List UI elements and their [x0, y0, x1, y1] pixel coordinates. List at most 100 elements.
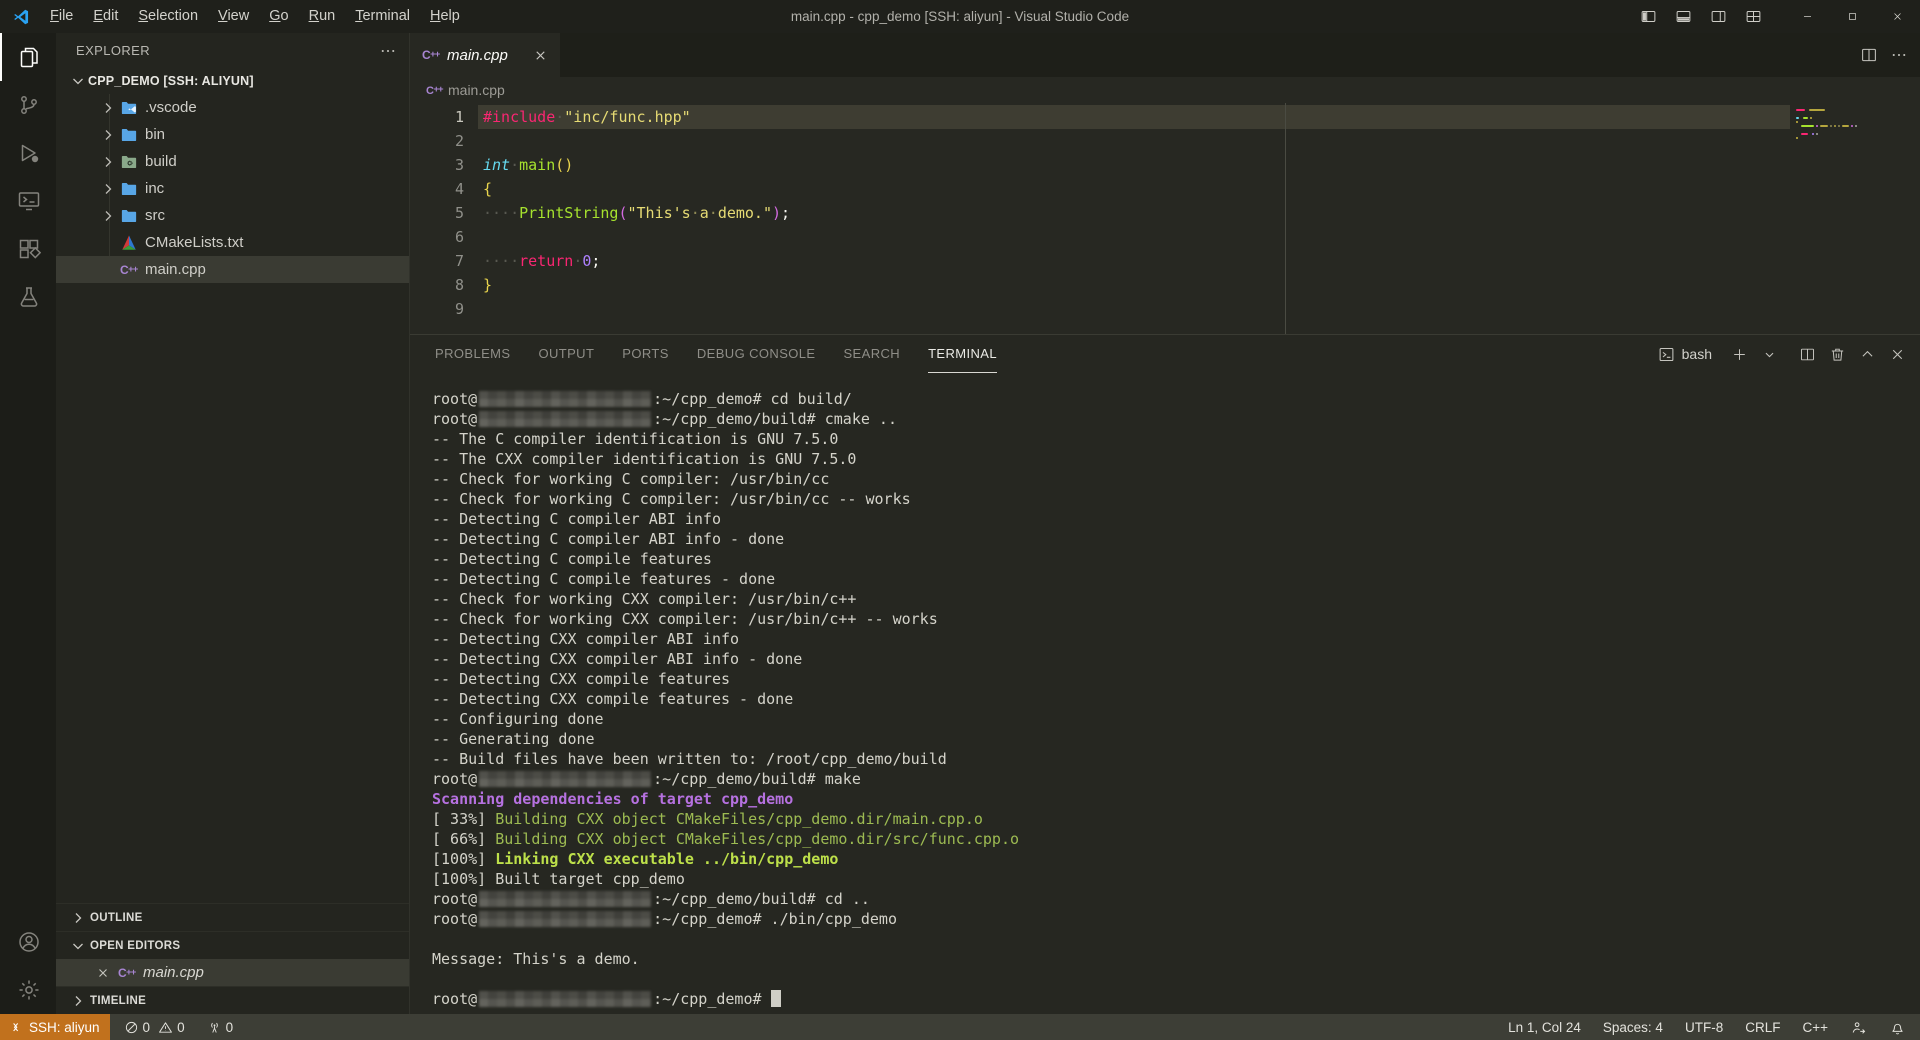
close-tab-icon[interactable]: [533, 48, 548, 63]
dropdown-icon[interactable]: [1761, 346, 1778, 363]
open-editor-main-cpp[interactable]: C++main.cpp: [56, 959, 409, 986]
close-panel-icon[interactable]: [1889, 346, 1906, 363]
panel-tab-debug-console[interactable]: DEBUG CONSOLE: [697, 335, 816, 373]
chevron-down-icon: [70, 938, 86, 954]
code-editor[interactable]: 1#include·"inc/func.hpp"23int·main()4{5·…: [410, 103, 1920, 334]
minimap-mark: [1809, 109, 1825, 111]
split-editor-icon[interactable]: [1860, 46, 1878, 64]
tree-item-src[interactable]: src: [56, 202, 409, 229]
activity-manage[interactable]: [0, 966, 56, 1014]
minimize-icon: [1801, 10, 1814, 23]
feedback-icon[interactable]: [1850, 1019, 1867, 1036]
maximize-button[interactable]: [1830, 0, 1875, 33]
cmake-icon: [120, 234, 138, 252]
menu-view[interactable]: View: [208, 0, 259, 33]
menu-run[interactable]: Run: [299, 0, 346, 33]
activity-bar-spacer: [0, 321, 56, 918]
build-folder-icon: [120, 153, 138, 171]
activity-accounts[interactable]: [0, 918, 56, 966]
terminal-text: :~/cpp_demo/build# cmake ..: [653, 410, 897, 428]
activity-remote-explorer[interactable]: [0, 177, 56, 225]
tree-item-inc[interactable]: inc: [56, 175, 409, 202]
ports-status[interactable]: 0: [207, 1020, 242, 1035]
section-outline[interactable]: OUTLINE: [56, 903, 409, 931]
maximize-panel-icon[interactable]: [1859, 346, 1876, 363]
menu-go[interactable]: Go: [259, 0, 298, 33]
section-open-editors[interactable]: OPEN EDITORS: [56, 931, 409, 959]
problems-status[interactable]: 0 0: [124, 1020, 193, 1035]
split-terminal-icon[interactable]: [1799, 346, 1816, 363]
terminal-text: :~/cpp_demo# cd build/: [653, 390, 852, 408]
terminal-line: -- Build files have been written to: /ro…: [432, 749, 1920, 769]
toggle-secondary-sidebar-icon[interactable]: [1710, 8, 1727, 25]
activity-extensions[interactable]: [0, 225, 56, 273]
close-icon[interactable]: [96, 966, 110, 980]
activity-testing[interactable]: [0, 273, 56, 321]
tree-item--vscode[interactable]: .vscode: [56, 94, 409, 121]
activity-source-control[interactable]: [0, 81, 56, 129]
menu-edit[interactable]: Edit: [83, 0, 128, 33]
section-timeline[interactable]: TIMELINE: [56, 986, 409, 1014]
menu-help[interactable]: Help: [420, 0, 470, 33]
menu-selection[interactable]: Selection: [128, 0, 208, 33]
terminal-line: -- Detecting CXX compile features - done: [432, 689, 1920, 709]
toggle-panel-icon[interactable]: [1675, 8, 1692, 25]
line-number: 6: [410, 225, 483, 249]
terminal-text: -- Detecting C compiler ABI info: [432, 510, 721, 528]
terminal-actions: bash: [1658, 346, 1906, 363]
terminal-shell-chip[interactable]: bash: [1658, 346, 1712, 363]
terminal-line: -- Detecting CXX compiler ABI info - don…: [432, 649, 1920, 669]
kill-terminal-icon[interactable]: [1829, 346, 1846, 363]
chevron-right-icon: [100, 154, 116, 170]
toggle-primary-sidebar-icon[interactable]: [1640, 8, 1657, 25]
tree-item-build[interactable]: build: [56, 148, 409, 175]
status-encoding[interactable]: UTF-8: [1685, 1020, 1723, 1035]
line-number: 9: [410, 297, 483, 321]
terminal-line: -- Detecting CXX compile features: [432, 669, 1920, 689]
status-language-mode[interactable]: C++: [1802, 1020, 1828, 1035]
status-eol[interactable]: CRLF: [1745, 1020, 1780, 1035]
menu-file[interactable]: File: [40, 0, 83, 33]
activity-explorer[interactable]: [0, 33, 56, 81]
tree-item-cmakelists-txt[interactable]: CMakeLists.txt: [56, 229, 409, 256]
tree-item-main-cpp[interactable]: C++main.cpp: [56, 256, 409, 283]
bell-icon[interactable]: [1889, 1019, 1906, 1036]
panel-tab-output[interactable]: OUTPUT: [538, 335, 594, 373]
title-bar-actions: [1631, 0, 1920, 33]
terminal-line: -- Configuring done: [432, 709, 1920, 729]
open-editor-label: main.cpp: [143, 964, 204, 981]
breadcrumb[interactable]: C++ main.cpp: [410, 77, 1920, 103]
minimap[interactable]: [1790, 105, 1920, 334]
minimap-mark: [1812, 133, 1814, 135]
more-actions-icon[interactable]: [1890, 46, 1908, 64]
menu-terminal[interactable]: Terminal: [345, 0, 420, 33]
terminal-text: [100%]: [432, 850, 495, 868]
title-bar: FileEditSelectionViewGoRunTerminalHelp m…: [0, 0, 1920, 33]
terminal-text: -- Check for working CXX compiler: /usr/…: [432, 590, 856, 608]
status-cursor-position[interactable]: Ln 1, Col 24: [1508, 1020, 1581, 1035]
menu-bar: FileEditSelectionViewGoRunTerminalHelp: [40, 0, 470, 33]
tree-item-bin[interactable]: bin: [56, 121, 409, 148]
remote-indicator[interactable]: SSH: aliyun: [0, 1014, 110, 1040]
tree-item-label: bin: [145, 126, 165, 143]
terminal-icon: [1658, 346, 1675, 363]
customize-layout-icon[interactable]: [1745, 8, 1762, 25]
panel-tab-problems[interactable]: PROBLEMS: [435, 335, 510, 373]
new-terminal-icon[interactable]: [1731, 346, 1748, 363]
status-indentation[interactable]: Spaces: 4: [1603, 1020, 1663, 1035]
tab-main-cpp[interactable]: C++ main.cpp: [410, 33, 560, 77]
panel-tab-ports[interactable]: PORTS: [622, 335, 669, 373]
activity-run-and-debug[interactable]: [0, 129, 56, 177]
code-line: 6: [410, 225, 1920, 249]
minimize-button[interactable]: [1785, 0, 1830, 33]
tree-root-cpp-demo[interactable]: CPP_DEMO [SSH: ALIYUN]: [56, 68, 409, 94]
warning-count: 0: [177, 1020, 185, 1035]
code-token: ····: [483, 252, 519, 270]
close-window-button[interactable]: [1875, 0, 1920, 33]
tree-item-label: .vscode: [145, 99, 197, 116]
panel-tab-terminal[interactable]: TERMINAL: [928, 335, 997, 373]
panel-tab-search[interactable]: SEARCH: [843, 335, 900, 373]
more-actions-icon[interactable]: [379, 42, 397, 60]
terminal[interactable]: root@:~/cpp_demo# cd build/root@:~/cpp_d…: [410, 373, 1920, 1014]
source-control-icon: [17, 93, 41, 117]
